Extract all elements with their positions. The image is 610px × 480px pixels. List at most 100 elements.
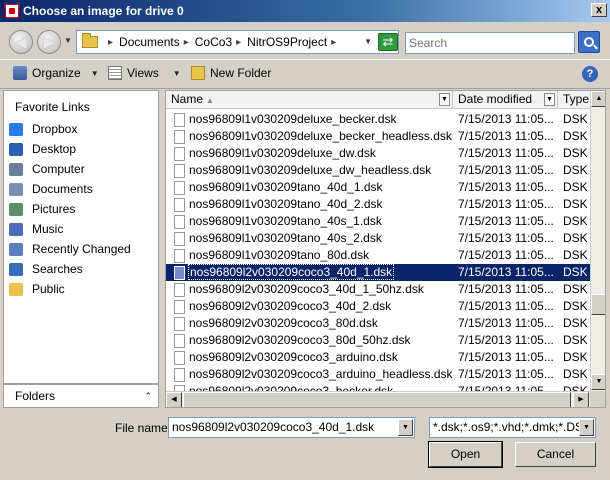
help-icon[interactable]: ? xyxy=(582,66,598,82)
address-dropdown-icon[interactable]: ▼ xyxy=(364,37,372,46)
column-header-name[interactable]: Name ▲ ▼ xyxy=(166,91,453,109)
type-cell: DSK F xyxy=(563,248,587,262)
column-filter-chevron-icon[interactable]: ▼ xyxy=(544,93,555,106)
date-modified-cell: 7/15/2013 11:05... xyxy=(458,129,554,143)
sidebar-item-label: Music xyxy=(32,222,64,236)
desktop-icon xyxy=(9,142,23,156)
scroll-left-button[interactable]: ◀ xyxy=(166,392,182,407)
table-row[interactable]: nos96809l1v030209deluxe_dw_headless.dsk 7… xyxy=(166,162,590,179)
toolbar: Organize ▼ Views ▼ New Folder ? xyxy=(0,59,610,89)
file-type-filter[interactable]: *.dsk;*.os9;*.vhd;*.dmk;*.DSK ▼ xyxy=(429,417,596,438)
table-row[interactable]: nos96809l2v030209coco3_80d_50hz.dsk 7/15/… xyxy=(166,332,590,349)
searches-icon xyxy=(9,262,23,276)
sidebar-item-documents[interactable]: Documents xyxy=(9,180,93,198)
type-cell: DSK F xyxy=(563,282,587,296)
cancel-button[interactable]: Cancel xyxy=(515,442,596,467)
sidebar-item-pictures[interactable]: Pictures xyxy=(9,200,75,218)
disk-file-icon xyxy=(174,283,185,297)
column-label: Date modified xyxy=(458,92,533,106)
table-row[interactable]: nos96809l1v030209tano_40d_2.dsk 7/15/2013… xyxy=(166,196,590,213)
scroll-right-button[interactable]: ▶ xyxy=(573,392,589,407)
table-row[interactable]: nos96809l1v030209deluxe_becker_headless.… xyxy=(166,128,590,145)
new-folder-button[interactable]: New Folder xyxy=(191,66,271,80)
table-row[interactable]: nos96809l2v030209coco3_arduino_headless.… xyxy=(166,366,590,383)
file-name-cell: nos96809l1v030209tano_40d_2.dsk xyxy=(189,197,383,211)
refresh-button[interactable]: ⇄ xyxy=(378,33,398,51)
chevron-right-icon[interactable]: ▸ xyxy=(236,37,241,48)
disk-file-icon xyxy=(174,181,185,195)
file-name-cell: nos96809l1v030209deluxe_becker.dsk xyxy=(189,112,397,126)
horizontal-scrollbar[interactable]: ◀ ▶ xyxy=(166,391,590,407)
date-modified-cell: 7/15/2013 11:05... xyxy=(458,112,554,126)
search-input[interactable] xyxy=(405,32,575,54)
music-icon xyxy=(9,222,23,236)
file-name-cell: nos96809l1v030209tano_40d_1.dsk xyxy=(189,180,383,194)
table-row[interactable]: nos96809l2v030209coco3_40d_1_50hz.dsk 7/1… xyxy=(166,281,590,298)
horizontal-scroll-thumb[interactable] xyxy=(183,392,571,407)
chevron-right-icon[interactable]: ▸ xyxy=(184,37,189,48)
column-header-date[interactable]: Date modified ▼ xyxy=(453,91,558,109)
file-type-filter-value: *.dsk;*.os9;*.vhd;*.dmk;*.DSK xyxy=(433,420,592,434)
file-type-dropdown-button[interactable]: ▼ xyxy=(579,419,594,436)
breadcrumb-coco3[interactable]: CoCo3 xyxy=(195,35,232,49)
file-name-input[interactable]: nos96809l2v030209coco3_40d_1.dsk ▼ xyxy=(168,417,415,438)
views-button[interactable]: Views ▼ xyxy=(108,66,181,80)
file-name-cell: nos96809l2v030209coco3_arduino_headless.… xyxy=(189,367,453,381)
file-name-cell: nos96809l1v030209tano_80d.dsk xyxy=(189,248,370,262)
documents-icon xyxy=(9,182,23,196)
folders-toggle[interactable]: Folders ⌃ xyxy=(3,384,159,408)
sidebar-item-music[interactable]: Music xyxy=(9,220,63,238)
organize-icon xyxy=(13,66,27,80)
table-row[interactable]: nos96809l1v030209tano_40d_1.dsk 7/15/2013… xyxy=(166,179,590,196)
disk-file-icon xyxy=(174,113,185,127)
table-row[interactable]: nos96809l1v030209deluxe_dw.dsk 7/15/2013 … xyxy=(166,145,590,162)
sidebar-item-searches[interactable]: Searches xyxy=(9,260,83,278)
back-button[interactable]: ◀ xyxy=(9,30,33,54)
sidebar-item-recently-changed[interactable]: Recently Changed xyxy=(9,240,131,258)
table-row[interactable]: nos96809l1v030209tano_80d.dsk 7/15/2013 1… xyxy=(166,247,590,264)
table-row[interactable]: nos96809l1v030209deluxe_becker.dsk 7/15/2… xyxy=(166,111,590,128)
address-bar[interactable]: ▸ Documents ▸ CoCo3 ▸ NitrOS9Project ▸ ▼ xyxy=(76,30,399,54)
sidebar-item-dropbox[interactable]: Dropbox xyxy=(9,120,77,138)
sidebar-item-desktop[interactable]: Desktop xyxy=(9,140,76,158)
organize-button[interactable]: Organize ▼ xyxy=(13,66,99,80)
close-button[interactable]: x xyxy=(591,3,607,17)
date-modified-cell: 7/15/2013 11:05... xyxy=(458,316,554,330)
file-name-cell: nos96809l1v030209deluxe_dw_headless.dsk xyxy=(189,163,432,177)
table-row[interactable]: nos96809l2v030209coco3_80d.dsk 7/15/2013 … xyxy=(166,315,590,332)
scroll-down-button[interactable]: ▼ xyxy=(591,374,605,390)
table-row[interactable]: nos96809l2v030209coco3_40d_1.dsk 7/15/201… xyxy=(166,264,590,281)
scroll-up-button[interactable]: ▲ xyxy=(591,91,605,107)
table-row[interactable]: nos96809l1v030209tano_40s_2.dsk 7/15/2013… xyxy=(166,230,590,247)
table-row[interactable]: nos96809l2v030209coco3_arduino.dsk 7/15/2… xyxy=(166,349,590,366)
disk-file-icon xyxy=(174,368,185,382)
forward-button[interactable]: ▶ xyxy=(37,30,61,54)
sidebar-item-label: Computer xyxy=(32,162,85,176)
table-row[interactable]: nos96809l1v030209tano_40s_1.dsk 7/15/2013… xyxy=(166,213,590,230)
sidebar-item-label: Documents xyxy=(32,182,93,196)
sidebar-item-label: Recently Changed xyxy=(32,242,131,256)
disk-file-icon xyxy=(174,130,185,144)
column-label: Name xyxy=(171,92,204,106)
table-row[interactable]: nos96809l2v030209coco3_40d_2.dsk 7/15/201… xyxy=(166,298,590,315)
breadcrumb-nitros9project[interactable]: NitrOS9Project xyxy=(247,35,327,49)
chevron-right-icon[interactable]: ▸ xyxy=(108,37,113,48)
search-button[interactable] xyxy=(578,31,600,53)
vertical-scrollbar[interactable]: ▲ ▼ xyxy=(590,91,605,391)
column-filter-chevron-icon[interactable]: ▼ xyxy=(439,93,450,106)
disk-file-icon xyxy=(174,215,185,229)
file-name-dropdown-button[interactable]: ▼ xyxy=(398,419,413,436)
sidebar-item-computer[interactable]: Computer xyxy=(9,160,85,178)
file-name-cell: nos96809l2v030209coco3_arduino.dsk xyxy=(189,350,398,364)
breadcrumb-documents[interactable]: Documents xyxy=(119,35,180,49)
disk-file-icon xyxy=(174,232,185,246)
sidebar-item-public[interactable]: Public xyxy=(9,280,65,298)
favorite-links-pane: Favorite Links Dropbox Desktop Computer … xyxy=(3,90,159,384)
date-modified-cell: 7/15/2013 11:05... xyxy=(458,146,554,160)
recent-pages-chevron-icon[interactable]: ▼ xyxy=(64,36,72,45)
chevron-right-icon[interactable]: ▸ xyxy=(331,37,336,48)
type-cell: DSK F xyxy=(563,333,587,347)
recent-icon xyxy=(9,242,23,256)
open-button[interactable]: Open xyxy=(428,441,503,468)
vertical-scroll-thumb[interactable] xyxy=(591,294,605,315)
